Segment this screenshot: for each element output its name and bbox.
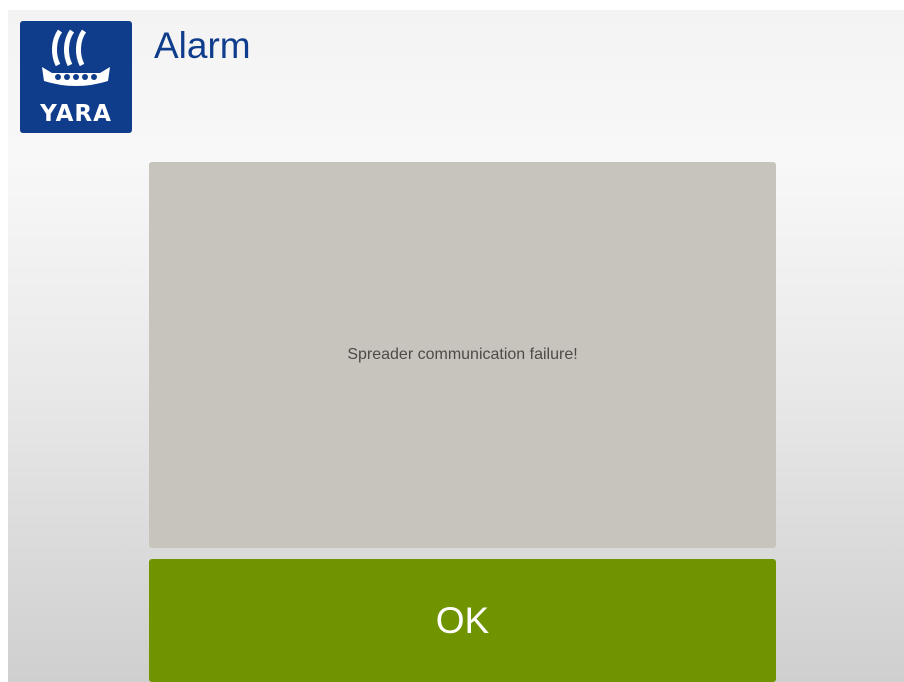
page-title: Alarm (154, 25, 251, 66)
alarm-screen: YARA Alarm Spreader communication failur… (8, 10, 904, 682)
ok-button[interactable]: OK (149, 559, 776, 682)
viking-ship-icon (42, 29, 110, 86)
yara-logo: YARA (20, 21, 132, 133)
alarm-message: Spreader communication failure! (347, 346, 578, 363)
ok-button-label: OK (435, 599, 490, 641)
alarm-message-panel: Spreader communication failure! (149, 162, 776, 548)
logo-text: YARA (40, 101, 112, 127)
